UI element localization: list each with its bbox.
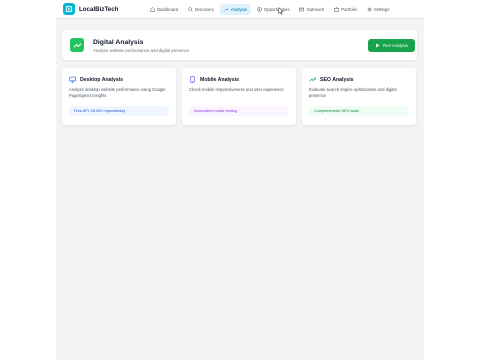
- card-description: Evaluate search engine optimization and …: [309, 87, 397, 98]
- page-title: Digital Analysis: [93, 39, 144, 46]
- nav-item-dashboard[interactable]: Dashboard: [146, 4, 182, 15]
- target-icon: [257, 7, 262, 12]
- nav-item-analysis[interactable]: Analysis: [219, 4, 251, 15]
- card-badge: Automated mobile testing: [189, 106, 289, 116]
- nav-item-discovery[interactable]: Discovery: [184, 4, 218, 15]
- page-header-card: Digital Analysis Analyze website perform…: [62, 30, 417, 60]
- search-icon: [188, 7, 193, 12]
- card-title: SEO Analysis: [320, 76, 354, 83]
- mail-icon: [299, 7, 305, 12]
- card-title: Mobile Analysis: [200, 76, 240, 83]
- card-title: Desktop Analysis: [80, 76, 124, 83]
- nav-item-settings[interactable]: Settings: [363, 4, 394, 15]
- main-nav: Dashboard Discovery Analysis Opportuniti…: [146, 3, 393, 16]
- desktop-analysis-card[interactable]: Desktop Analysis Analyze desktop website…: [62, 68, 176, 125]
- seo-analysis-card[interactable]: SEO Analysis Evaluate search engine opti…: [302, 68, 416, 125]
- monitor-icon: [69, 76, 76, 83]
- run-analysis-label: Run Analysis: [383, 43, 408, 48]
- nav-item-label: Portfolio: [341, 7, 357, 12]
- analytics-icon: [70, 38, 84, 52]
- card-description: Analyze desktop website performance usin…: [69, 87, 166, 98]
- mouse-cursor-icon: [278, 7, 284, 15]
- logo-icon: [63, 3, 75, 15]
- card-description: Check mobile responsiveness and user exp…: [189, 87, 284, 92]
- nav-item-label: Dashboard: [157, 7, 179, 12]
- card-badge: Comprehensive SEO audit: [309, 106, 409, 116]
- mobile-analysis-card[interactable]: Mobile Analysis Check mobile responsiven…: [182, 68, 296, 125]
- nav-item-portfolio[interactable]: Portfolio: [330, 4, 361, 15]
- nav-item-label: Discovery: [195, 7, 214, 12]
- trend-icon: [224, 8, 229, 11]
- gear-icon: [367, 7, 372, 12]
- run-analysis-button[interactable]: Run Analysis: [368, 39, 415, 52]
- nav-item-opportunities[interactable]: Opportunities: [253, 4, 294, 15]
- page-subtitle: Analyze website performance and digital …: [93, 48, 190, 53]
- nav-item-label: Analysis: [230, 7, 247, 12]
- trend-icon: [309, 77, 316, 82]
- nav-item-label: Outreach: [306, 7, 325, 12]
- play-icon: [376, 43, 380, 48]
- app-name: LocalBizTech: [79, 5, 119, 13]
- nav-item-label: Opportunities: [263, 7, 290, 12]
- smartphone-icon: [190, 76, 195, 83]
- card-badge: Free API: 25,000 requests/day: [69, 106, 169, 116]
- home-icon: [150, 7, 155, 12]
- brand[interactable]: LocalBizTech: [63, 3, 118, 15]
- top-navigation-bar: LocalBizTech Dashboard Discovery Analysi…: [56, 0, 424, 19]
- briefcase-icon: [334, 7, 339, 12]
- app-window: LocalBizTech Dashboard Discovery Analysi…: [56, 0, 424, 360]
- nav-item-outreach[interactable]: Outreach: [295, 4, 328, 15]
- nav-item-label: Settings: [373, 7, 390, 12]
